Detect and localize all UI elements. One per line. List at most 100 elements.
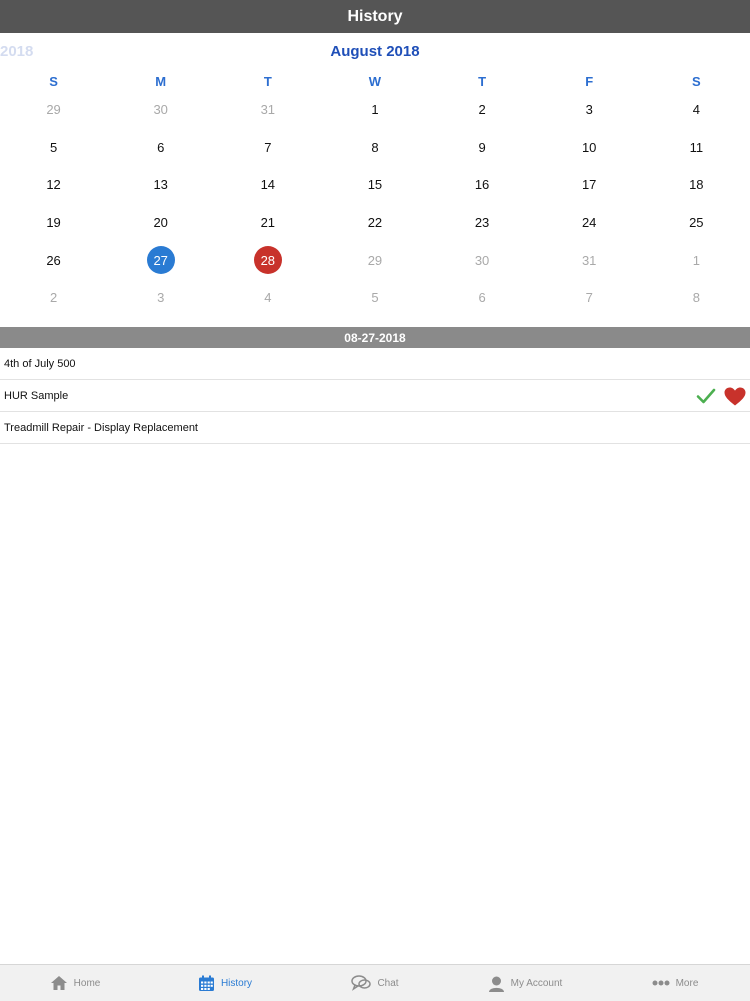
workout-row[interactable]: HUR Sample [0,380,750,412]
calendar-day[interactable]: 7 [214,129,321,167]
calendar-day[interactable]: 19 [0,204,107,242]
day-number: 22 [367,215,383,231]
calendar-day[interactable]: 21 [214,204,321,242]
workout-row[interactable]: Treadmill Repair - Display Replacement [0,412,750,444]
calendar-day[interactable]: 2 [429,91,536,129]
day-number: 12 [46,177,61,193]
calendar-day[interactable]: 14 [214,166,321,204]
day-number: 20 [153,215,168,231]
day-number: 21 [260,215,276,231]
heart-icon[interactable] [724,387,746,406]
day-number: 15 [367,177,383,193]
day-number: 29 [46,102,61,118]
tab-more[interactable]: More [600,965,750,1001]
check-icon [696,388,716,404]
calendar-day[interactable]: 9 [429,129,536,167]
weekday-header: S [691,73,701,89]
calendar-day[interactable]: 20 [107,204,214,242]
calendar-day[interactable]: 17 [536,166,643,204]
calendar-day[interactable]: 5 [321,279,428,317]
calendar-day[interactable]: 22 [321,204,428,242]
weekday-header: M [155,73,167,89]
calendar-day-today[interactable]: 28 [214,241,321,279]
day-number: 8 [692,290,700,306]
calendar-day[interactable]: 16 [429,166,536,204]
calendar-day[interactable]: 15 [321,166,428,204]
workout-name: 4th of July 500 [4,357,76,370]
day-number: 24 [581,215,597,231]
calendar-day[interactable]: 3 [536,91,643,129]
calendar-day[interactable]: 7 [536,279,643,317]
calendar-day[interactable]: 25 [643,204,750,242]
tab-bar: Home History Chat My Account More [0,964,750,1001]
workout-list: 4th of July 500 HUR Sample Treadmill Repai… [0,348,750,444]
day-number: 30 [153,102,168,118]
day-number: 6 [478,290,486,306]
tab-my-account-label: My Account [510,977,563,989]
weekday-header: T [478,73,487,89]
tab-chat[interactable]: Chat [300,965,450,1001]
calendar-day[interactable]: 29 [0,91,107,129]
calendar-day[interactable]: 3 [107,279,214,317]
day-number: 3 [157,290,165,306]
calendar-day[interactable]: 11 [643,129,750,167]
tab-history-label: History [220,977,253,989]
calendar-day[interactable]: 30 [107,91,214,129]
day-number: 6 [157,139,165,155]
page-title: History [0,0,750,33]
calendar-day[interactable]: 6 [429,279,536,317]
day-number: 5 [49,139,58,155]
weekday-header: W [368,73,382,89]
calendar-day[interactable]: 8 [321,129,428,167]
day-number: 31 [260,102,276,118]
calendar-day[interactable]: 1 [321,91,428,129]
calendar-day[interactable]: 23 [429,204,536,242]
day-number: 26 [46,252,61,268]
workout-name: Treadmill Repair - Display Replacement [4,421,198,434]
calendar-day[interactable]: 30 [429,241,536,279]
workout-row[interactable]: 4th of July 500 [0,348,750,380]
calendar-day[interactable]: 26 [0,241,107,279]
tab-my-account[interactable]: My Account [450,965,600,1001]
tab-more-label: More [675,977,699,989]
calendar-day[interactable]: 13 [107,166,214,204]
weekday-header: S [49,73,58,89]
day-number: 28 [253,246,282,275]
calendar-day[interactable]: 29 [321,241,428,279]
day-number: 27 [146,246,175,275]
day-number: 9 [478,139,486,155]
tab-home[interactable]: Home [0,965,150,1001]
day-number: 25 [689,215,704,231]
selected-date-header: 08-27-2018 [0,327,750,348]
calendar-day[interactable]: 24 [536,204,643,242]
calendar-icon [198,975,214,991]
day-number: 2 [49,290,58,306]
calendar-day[interactable]: 1 [643,241,750,279]
month-title: August 2018 [330,43,420,60]
day-number: 2 [478,102,486,118]
day-number: 30 [474,252,490,268]
weekday-header: F [585,73,594,89]
tab-history[interactable]: History [150,965,300,1001]
calendar-day[interactable]: 2 [0,279,107,317]
account-icon [488,976,504,992]
day-number: 1 [371,102,379,118]
calendar-day[interactable]: 10 [536,129,643,167]
calendar-grid: S M T W T F S 29 30 31 1 2 3 4 5 6 7 8 9 10 11 12 13 14 15 16 17 18… [0,71,750,317]
day-number: 10 [581,139,597,155]
calendar-day[interactable]: 18 [643,166,750,204]
calendar-day[interactable]: 31 [214,91,321,129]
tab-home-label: Home [73,977,101,989]
calendar-day[interactable]: 12 [0,166,107,204]
day-number: 13 [153,177,168,193]
calendar-day[interactable]: 31 [536,241,643,279]
calendar-day[interactable]: 4 [214,279,321,317]
calendar-day[interactable]: 4 [643,91,750,129]
day-number: 17 [581,177,597,193]
calendar-day[interactable]: 5 [0,129,107,167]
calendar-day[interactable]: 8 [643,279,750,317]
more-icon [652,980,670,986]
calendar-day[interactable]: 6 [107,129,214,167]
day-number: 19 [46,215,61,231]
calendar-day-selected[interactable]: 27 [107,241,214,279]
